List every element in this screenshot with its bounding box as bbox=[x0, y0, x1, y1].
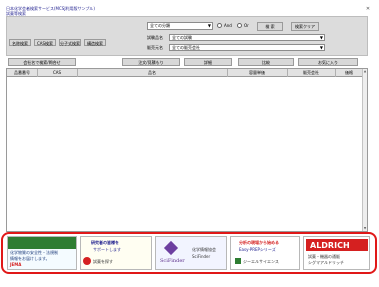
scroll-down-icon[interactable]: ▼ bbox=[363, 226, 367, 231]
column-header[interactable]: 販売会社 bbox=[287, 69, 336, 77]
toolbar-button-3[interactable]: 詳細 bbox=[184, 58, 232, 66]
ad-banner-1[interactable]: 化学物質の安全性・法規制 情報をお届けします。 JEMA bbox=[7, 236, 77, 270]
search-panel: 全ての分類 ▼ And Or 検 索 検索クリア 名称検索 CAS検索 分子式検… bbox=[6, 16, 368, 56]
or-radio[interactable] bbox=[237, 23, 242, 28]
vertical-scrollbar[interactable]: ▲ ▼ bbox=[362, 69, 367, 231]
banner-text: 研究者の皆様を bbox=[91, 240, 119, 245]
product-select-value: 全ての試験 bbox=[172, 35, 192, 40]
logo-icon bbox=[235, 258, 241, 264]
clear-search-button[interactable]: 検索クリア bbox=[291, 22, 319, 31]
filter-tab-3[interactable]: 分子式検索 bbox=[59, 39, 81, 46]
column-header[interactable]: 価格 bbox=[335, 69, 364, 77]
product-select[interactable]: 全ての試験 ▼ bbox=[169, 34, 325, 41]
banner-logo: ALDRICH bbox=[306, 239, 368, 251]
banner-text: SciFinder bbox=[192, 254, 211, 259]
results-table: 品番番号 CAS 品名 容量単価 販売会社 価格 ▲ ▼ bbox=[6, 68, 368, 232]
chevron-down-icon: ▼ bbox=[319, 45, 323, 50]
toolbar: 会社名で検索/問合せ 注文/見積もり 詳細 比較 お気に入り bbox=[6, 58, 368, 67]
column-header[interactable]: 容量単価 bbox=[227, 69, 288, 77]
banner-logo-text: ALDRICH bbox=[310, 241, 350, 250]
banner-text: 試薬を探す bbox=[93, 259, 113, 264]
banner-text: シグマアルドリッチ bbox=[308, 260, 344, 265]
and-radio-label: And bbox=[224, 23, 232, 28]
banner-logo-text: SciFinder bbox=[160, 258, 185, 264]
close-icon[interactable]: ✕ bbox=[363, 6, 373, 13]
category-select[interactable]: 全ての分類 ▼ bbox=[147, 22, 213, 30]
or-radio-label: Or bbox=[244, 23, 249, 28]
table-header: 品番番号 CAS 品名 容量単価 販売会社 価格 bbox=[7, 69, 364, 77]
banner-text: 化学物質の安全性・法規制 bbox=[10, 250, 58, 255]
banner-image bbox=[8, 237, 76, 249]
vendor-select[interactable]: 全ての販売会社 ▼ bbox=[169, 44, 325, 51]
banner-text: Easy-PREPシリーズ bbox=[239, 247, 276, 252]
banner-text: ジーエルサイエンス bbox=[243, 259, 279, 264]
filter-tab-1[interactable]: 名称検索 bbox=[9, 39, 31, 46]
banner-text: 分析の現場から始める bbox=[239, 240, 279, 245]
column-header[interactable]: CAS bbox=[37, 69, 78, 77]
banner-text: 試薬・機器の通販 bbox=[308, 254, 340, 259]
banner-text: 情報をお届けします。 bbox=[10, 256, 50, 261]
ad-banner-4[interactable]: 分析の現場から始める Easy-PREPシリーズ ジーエルサイエンス bbox=[230, 236, 300, 270]
category-select-value: 全ての分類 bbox=[150, 23, 170, 28]
toolbar-button-2[interactable]: 注文/見積もり bbox=[122, 58, 180, 66]
toolbar-button-1[interactable]: 会社名で検索/問合せ bbox=[8, 58, 76, 66]
banner-text: 化学情報協会 bbox=[192, 247, 216, 252]
ad-banner-2[interactable]: 研究者の皆様を サポートします 試薬を探す bbox=[80, 236, 152, 270]
toolbar-button-5[interactable]: お気に入り bbox=[298, 58, 358, 66]
and-radio[interactable] bbox=[217, 23, 222, 28]
scroll-up-icon[interactable]: ▲ bbox=[363, 69, 367, 74]
product-label: 試験品名 bbox=[147, 35, 163, 40]
ad-banner-3[interactable]: SciFinder 化学情報協会 SciFinder bbox=[155, 236, 227, 270]
logo-icon bbox=[83, 257, 91, 265]
toolbar-button-4[interactable]: 比較 bbox=[238, 58, 294, 66]
ad-banner-5[interactable]: ALDRICH 試薬・機器の通販 シグマアルドリッチ bbox=[303, 236, 370, 270]
banner-text: JEMA bbox=[10, 262, 22, 267]
vendor-label: 販売元名 bbox=[147, 45, 163, 50]
filter-tab-2[interactable]: CAS検索 bbox=[34, 39, 56, 46]
chevron-down-icon: ▼ bbox=[207, 23, 211, 28]
ad-banner-strip: 化学物質の安全性・法規制 情報をお届けします。 JEMA 研究者の皆様を サポー… bbox=[7, 236, 370, 270]
column-header[interactable]: 品番番号 bbox=[7, 69, 38, 77]
banner-text: サポートします bbox=[93, 247, 121, 252]
column-header[interactable]: 品名 bbox=[77, 69, 228, 77]
diamond-logo-icon bbox=[163, 240, 179, 256]
search-button[interactable]: 検 索 bbox=[257, 22, 283, 31]
vendor-select-value: 全ての販売会社 bbox=[172, 45, 200, 50]
chevron-down-icon: ▼ bbox=[319, 35, 323, 40]
filter-tab-4[interactable]: 構造検索 bbox=[84, 39, 106, 46]
